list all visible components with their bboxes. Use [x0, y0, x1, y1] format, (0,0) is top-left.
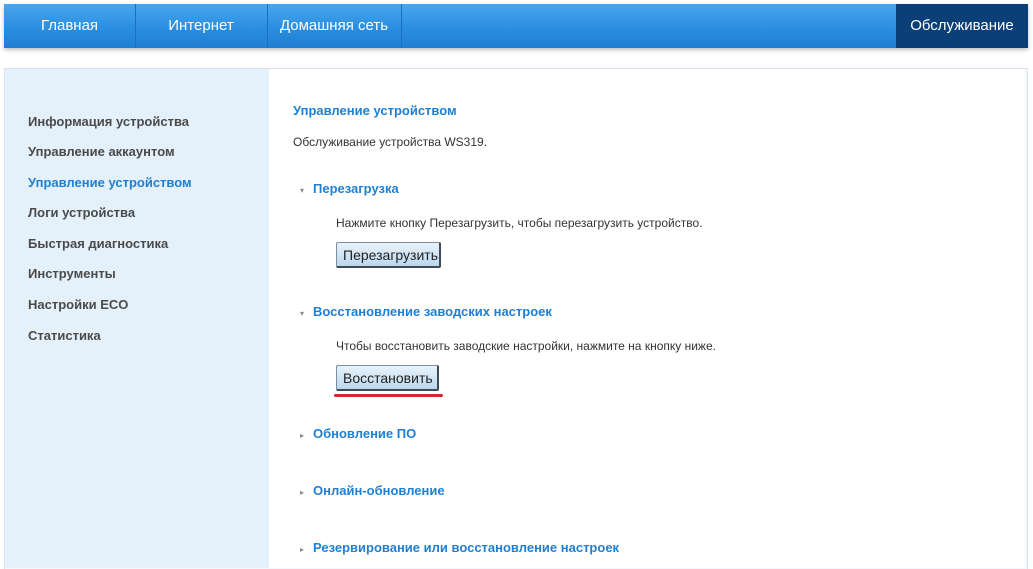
- page-title: Управление устройством: [293, 103, 457, 118]
- factory-reset-description: Чтобы восстановить заводские настройки, …: [336, 339, 716, 353]
- reboot-description: Нажмите кнопку Перезагрузить, чтобы пере…: [336, 216, 703, 230]
- sidebar-item-tools[interactable]: Инструменты: [28, 266, 116, 281]
- reboot-button[interactable]: Перезагрузить: [336, 242, 441, 268]
- sidebar-item-device-logs[interactable]: Логи устройства: [28, 205, 135, 220]
- page-description: Обслуживание устройства WS319.: [293, 135, 488, 149]
- tab-internet[interactable]: Интернет: [135, 4, 268, 48]
- expanded-caret-icon: ▾: [300, 186, 305, 195]
- tab-home[interactable]: Главная: [4, 4, 136, 48]
- sidebar-item-device-info[interactable]: Информация устройства: [28, 114, 189, 129]
- collapsed-caret-icon: ▸: [300, 545, 305, 554]
- section-factory-reset-header[interactable]: Восстановление заводских настроек: [313, 304, 552, 319]
- highlight-underline: [334, 394, 443, 397]
- collapsed-caret-icon: ▸: [300, 431, 305, 440]
- section-reboot-header[interactable]: Перезагрузка: [313, 181, 399, 196]
- top-navigation: Главная Интернет Домашняя сеть Обслужива…: [4, 4, 1028, 48]
- expanded-caret-icon: ▾: [300, 309, 305, 318]
- tab-maintenance[interactable]: Обслуживание: [896, 4, 1028, 48]
- sidebar-item-account[interactable]: Управление аккаунтом: [28, 144, 175, 159]
- sidebar-item-quick-diagnostics[interactable]: Быстрая диагностика: [28, 236, 168, 251]
- sidebar: Информация устройства Управление аккаунт…: [5, 69, 269, 568]
- section-firmware-update-header[interactable]: Обновление ПО: [313, 426, 416, 441]
- collapsed-caret-icon: ▸: [300, 488, 305, 497]
- section-online-update-header[interactable]: Онлайн-обновление: [313, 483, 445, 498]
- sidebar-item-device-management[interactable]: Управление устройством: [28, 175, 192, 190]
- section-backup-restore-header[interactable]: Резервирование или восстановление настро…: [313, 540, 619, 555]
- tab-home-network[interactable]: Домашняя сеть: [267, 4, 402, 48]
- sidebar-item-eco-settings[interactable]: Настройки ECO: [28, 297, 128, 312]
- sidebar-item-statistics[interactable]: Статистика: [28, 328, 101, 343]
- restore-button[interactable]: Восстановить: [336, 365, 439, 391]
